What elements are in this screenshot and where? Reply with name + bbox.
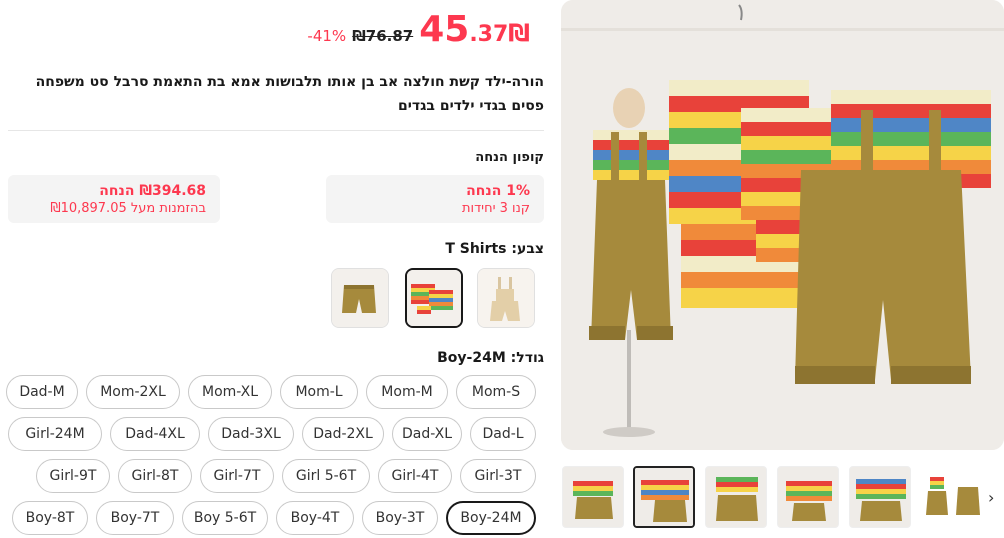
- gallery-thumb-6[interactable]: [921, 466, 983, 528]
- tshirts-image: [407, 270, 461, 326]
- price-integer: 45: [419, 9, 470, 50]
- size-option[interactable]: Girl-24M: [8, 417, 102, 451]
- gallery-thumb-4[interactable]: [777, 466, 839, 528]
- coupon-value: 1% הנחה: [466, 183, 530, 199]
- size-option[interactable]: Girl-3T: [460, 459, 536, 493]
- gallery-thumb-3[interactable]: [705, 466, 767, 528]
- color-label: צבע: T Shirts: [445, 241, 544, 257]
- thumb-image: [706, 467, 766, 527]
- gallery-thumb-1[interactable]: [562, 466, 624, 528]
- size-option[interactable]: Boy 5-6T: [182, 501, 268, 535]
- thumb-image: [850, 467, 910, 527]
- color-option-overalls[interactable]: [477, 268, 535, 328]
- currency-symbol: ₪: [508, 19, 530, 47]
- size-option[interactable]: Girl-7T: [200, 459, 274, 493]
- chevron-right-icon[interactable]: ›: [988, 488, 994, 507]
- overalls-image: [478, 269, 534, 327]
- size-option[interactable]: Girl 5-6T: [282, 459, 370, 493]
- discount-percent: 41%-: [307, 27, 347, 45]
- color-option-shorts[interactable]: [331, 268, 389, 328]
- gallery-thumb-5[interactable]: [849, 466, 911, 528]
- current-price: 45.37 ₪: [419, 10, 534, 50]
- size-option[interactable]: Girl-8T: [118, 459, 192, 493]
- shorts-image: [332, 269, 388, 327]
- thumb-image: [922, 467, 982, 527]
- color-option-tshirts[interactable]: [405, 268, 463, 328]
- gallery-thumb-2[interactable]: [633, 466, 695, 528]
- size-option[interactable]: Dad-XL: [392, 417, 462, 451]
- product-photo: [561, 0, 1004, 450]
- main-product-image[interactable]: [561, 0, 1004, 450]
- coupon-heading: קופון הנחה: [475, 150, 544, 165]
- coupon-condition: קנו 3 יחידות: [461, 201, 530, 216]
- price-decimal: .37: [469, 22, 509, 47]
- size-option[interactable]: Girl-4T: [378, 459, 452, 493]
- product-info: 45.37 ₪ ₪76.87 41%- הורה-ילד קשת חולצה אב…: [0, 0, 552, 538]
- size-option[interactable]: Mom-XL: [188, 375, 272, 409]
- product-title: הורה-ילד קשת חולצה אב בן אותו תלבושות אמ…: [35, 74, 544, 114]
- size-option[interactable]: Dad-2XL: [302, 417, 384, 451]
- size-option[interactable]: Mom-2XL: [86, 375, 180, 409]
- coupon-value: ₪394.68 הנחה: [99, 183, 206, 199]
- original-price: ₪76.87: [352, 27, 414, 45]
- size-option[interactable]: Dad-M: [6, 375, 78, 409]
- coupon-card-1[interactable]: 1% הנחה קנו 3 יחידות: [326, 175, 544, 223]
- price-row: 45.37 ₪ ₪76.87 41%-: [307, 10, 534, 50]
- size-option[interactable]: Mom-L: [280, 375, 358, 409]
- size-option[interactable]: Dad-4XL: [110, 417, 200, 451]
- size-option[interactable]: Mom-M: [366, 375, 448, 409]
- size-option-selected[interactable]: Boy-24M: [446, 501, 536, 535]
- size-option[interactable]: Mom-S: [456, 375, 536, 409]
- coupon-condition: בהזמנות מעל ₪10,897.05: [50, 201, 206, 216]
- size-option[interactable]: Boy-7T: [96, 501, 174, 535]
- size-label: גודל: Boy-24M: [437, 350, 544, 366]
- coupon-card-2[interactable]: ₪394.68 הנחה בהזמנות מעל ₪10,897.05: [8, 175, 220, 223]
- thumb-image: [778, 467, 838, 527]
- thumb-image: [635, 468, 693, 526]
- size-option[interactable]: Girl-9T: [36, 459, 110, 493]
- thumb-image: [563, 467, 623, 527]
- divider: [8, 130, 544, 131]
- size-option[interactable]: Dad-L: [470, 417, 536, 451]
- size-option[interactable]: Boy-4T: [276, 501, 354, 535]
- size-option[interactable]: Boy-8T: [12, 501, 88, 535]
- size-option[interactable]: Dad-3XL: [208, 417, 294, 451]
- size-option[interactable]: Boy-3T: [362, 501, 438, 535]
